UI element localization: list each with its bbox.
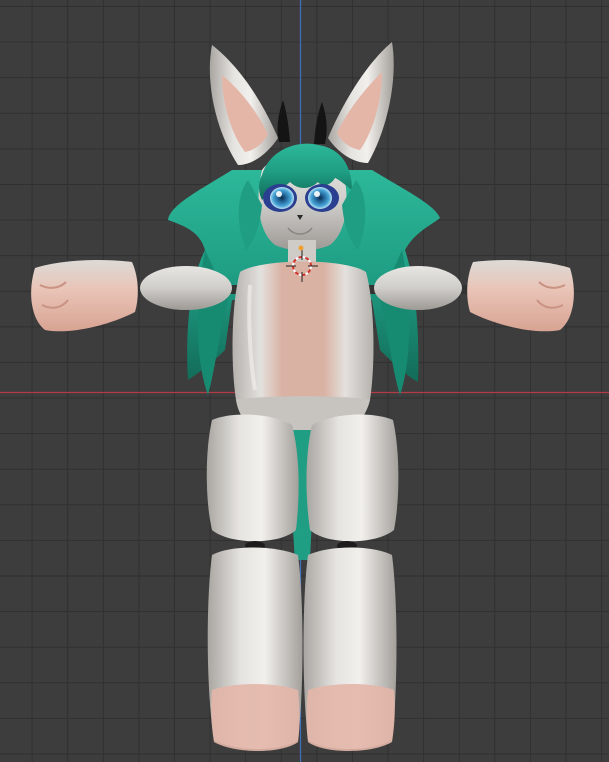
eye-left xyxy=(270,187,294,209)
eye-right-highlight xyxy=(314,191,320,197)
horn-right xyxy=(314,102,327,144)
object-origin xyxy=(298,245,304,251)
forearm-right xyxy=(467,260,574,332)
eye-right xyxy=(308,187,332,209)
foot-left xyxy=(211,684,300,751)
eye-left-highlight xyxy=(276,191,282,197)
character-model[interactable] xyxy=(31,42,574,751)
forearm-left xyxy=(31,260,138,332)
thigh-left xyxy=(206,414,299,542)
3d-viewport[interactable] xyxy=(0,0,609,762)
horn-left xyxy=(277,100,290,142)
viewport-canvas[interactable] xyxy=(0,0,609,762)
upper-arm-left xyxy=(140,266,232,310)
foot-right xyxy=(306,684,395,751)
thigh-right xyxy=(306,414,399,542)
upper-arm-right xyxy=(374,266,462,310)
